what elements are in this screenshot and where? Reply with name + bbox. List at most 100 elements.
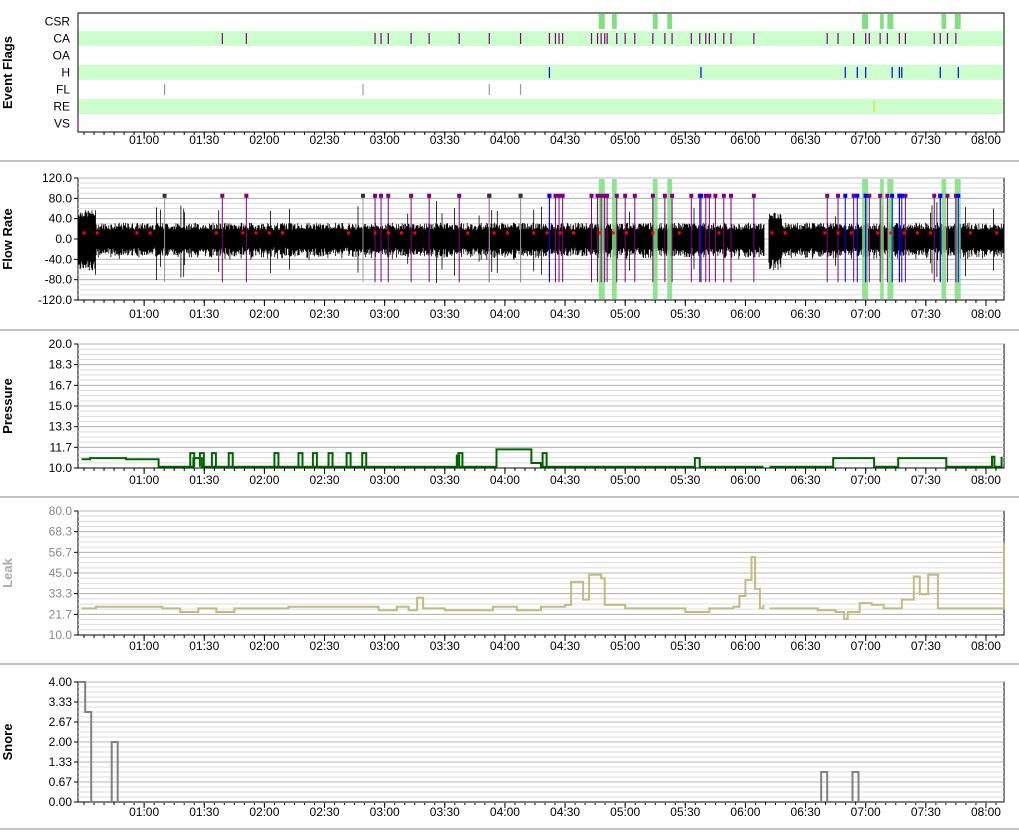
y-tick-label: 11.7 (50, 440, 73, 454)
flow-dot (532, 231, 536, 235)
event-span (611, 14, 617, 29)
flow-dot (466, 231, 470, 235)
ca-flow-marker (623, 193, 628, 198)
x-tick-label: 04:30 (550, 133, 580, 147)
flow-dot (399, 231, 403, 235)
x-tick-label: 03:00 (370, 473, 400, 487)
flow-dot (611, 231, 615, 235)
x-tick-label: 04:00 (490, 307, 520, 321)
flow-dot (902, 231, 906, 235)
y-tick-label: 33.3 (49, 587, 73, 601)
x-tick-label: 07:00 (851, 133, 881, 147)
x-tick-label: 05:30 (670, 639, 700, 653)
flow-dot (135, 231, 139, 235)
x-tick-label: 03:30 (430, 133, 460, 147)
flow-dot (915, 231, 919, 235)
ca-flow-marker (662, 193, 667, 198)
y-tick-label: 20.0 (49, 337, 73, 351)
flow-dot (624, 231, 628, 235)
x-tick-label: 01:30 (189, 473, 219, 487)
x-tick-label: 05:00 (610, 805, 640, 819)
x-tick-label: 07:00 (851, 473, 881, 487)
flow-dot (598, 231, 602, 235)
x-tick-label: 04:00 (490, 639, 520, 653)
x-tick-label: 01:30 (189, 639, 219, 653)
h-flow-marker (698, 193, 703, 198)
flow-dot (836, 231, 840, 235)
ca-flow-marker (650, 193, 655, 198)
ca-flow-marker (409, 193, 414, 198)
ca-flow-marker (614, 193, 619, 198)
y-tick-label: 3.33 (49, 695, 73, 709)
flow-dot (82, 231, 86, 235)
event-span (667, 14, 673, 29)
ca-flow-marker (721, 193, 726, 198)
x-tick-label: 05:30 (670, 805, 700, 819)
flow-dot (929, 231, 933, 235)
ca-flow-marker (932, 193, 937, 198)
y-tick-label: 80.0 (49, 191, 73, 205)
ca-flow-marker (878, 193, 883, 198)
y-tick-label: 0.67 (49, 775, 73, 789)
x-tick-label: 04:00 (490, 133, 520, 147)
x-tick-label: 05:30 (670, 133, 700, 147)
x-tick-label: 02:00 (249, 639, 279, 653)
x-tick-label: 01:00 (129, 639, 159, 653)
event-row-label: OA (53, 49, 70, 63)
flow-dot (241, 231, 245, 235)
flow-dot (889, 231, 893, 235)
x-tick-label: 06:30 (791, 805, 821, 819)
x-tick-label: 08:00 (971, 473, 1001, 487)
x-tick-label: 05:00 (610, 133, 640, 147)
x-tick-label: 06:00 (730, 133, 760, 147)
ca-flow-marker (379, 193, 384, 198)
y-tick-label: -80.0 (45, 273, 73, 287)
x-tick-label: 02:30 (310, 805, 340, 819)
ca-flow-marker (244, 193, 249, 198)
x-tick-label: 02:00 (249, 133, 279, 147)
h-flow-marker (956, 193, 961, 198)
y-axis-title: Snore (0, 724, 15, 761)
y-tick-label: 21.7 (49, 607, 73, 621)
ca-flow-marker (595, 193, 600, 198)
ca-flow-marker (825, 193, 830, 198)
x-tick-label: 05:00 (610, 473, 640, 487)
sleep-report-charts: Event Flags CSR CA OA H FL RE VS 01:00 01:30 02:00… (0, 0, 1019, 832)
fl-flow-marker (518, 193, 523, 198)
fl-flow-marker (361, 193, 366, 198)
ca-flow-marker (729, 193, 734, 198)
ca-flow-marker (703, 193, 708, 198)
y-axis-title: Event Flags (0, 36, 15, 109)
y-tick-label: 10.0 (49, 628, 73, 642)
event-span (652, 14, 658, 29)
x-tick-label: 08:00 (971, 639, 1001, 653)
x-tick-label: 04:30 (550, 805, 580, 819)
y-tick-label: 80.0 (49, 504, 73, 518)
y-tick-label: -120.0 (38, 293, 72, 307)
y-tick-label: 16.7 (49, 378, 73, 392)
ca-flow-marker (457, 193, 462, 198)
fl-flow-marker (487, 193, 492, 198)
y-tick-label: 1.33 (49, 755, 73, 769)
x-tick-label: 03:30 (430, 639, 460, 653)
event-row-band (79, 31, 1003, 46)
x-tick-label: 01:00 (129, 805, 159, 819)
event-row-label: CSR (45, 15, 71, 29)
y-tick-label: 18.3 (49, 358, 73, 372)
flow-dot (783, 231, 787, 235)
y-tick-label: 4.00 (49, 675, 73, 689)
x-tick-label: 06:30 (791, 307, 821, 321)
flow-dot (254, 231, 258, 235)
ca-flow-marker (867, 193, 872, 198)
y-tick-label: 0.0 (55, 232, 72, 246)
x-tick-label: 08:00 (971, 133, 1001, 147)
ca-flow-marker (427, 193, 432, 198)
ca-flow-marker (599, 193, 604, 198)
x-tick-label: 03:00 (370, 805, 400, 819)
y-tick-label: 13.3 (49, 420, 73, 434)
flow-dot (148, 231, 152, 235)
x-tick-label: 06:30 (791, 473, 821, 487)
event-row-label: CA (53, 32, 70, 46)
x-tick-label: 08:00 (971, 805, 1001, 819)
ca-flow-marker (751, 193, 756, 198)
